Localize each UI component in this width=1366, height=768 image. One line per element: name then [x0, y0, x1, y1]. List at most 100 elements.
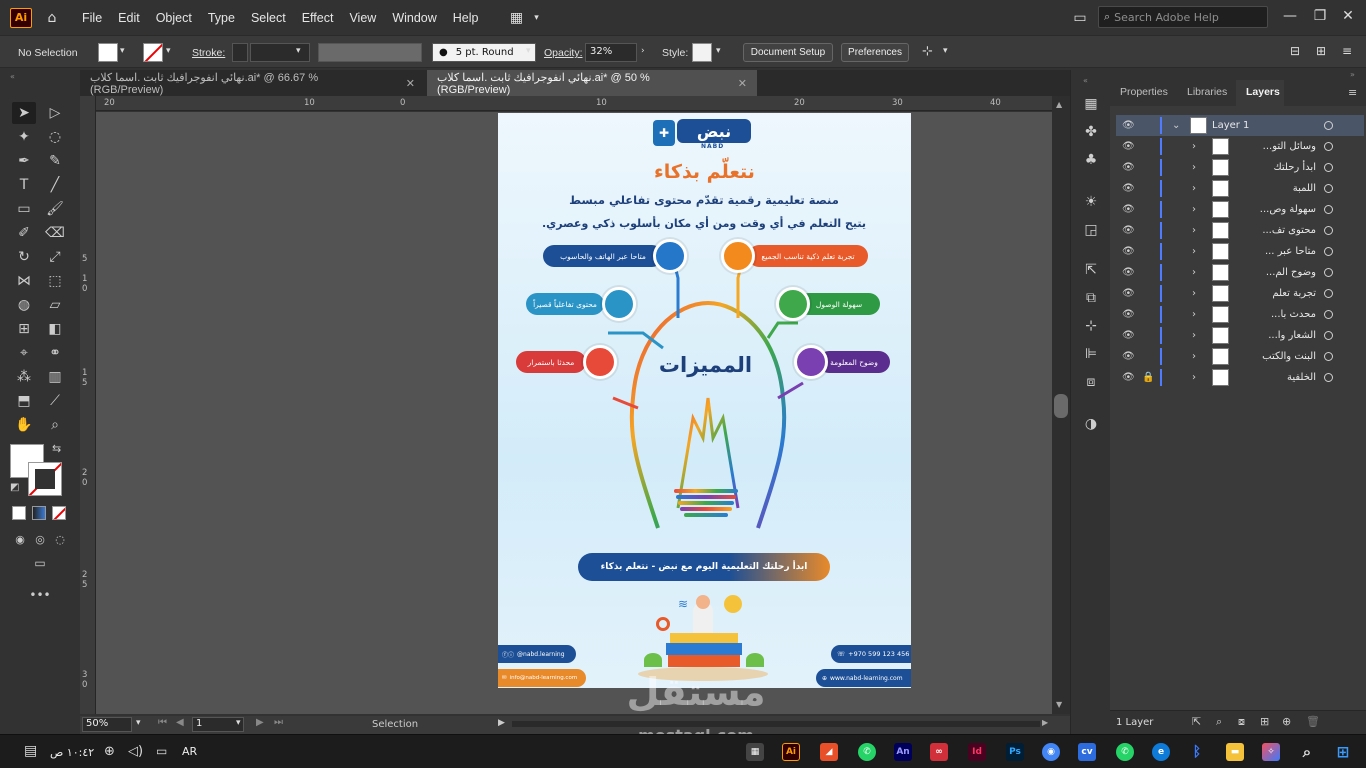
- layer-row[interactable]: 👁 › تجربة تعلم: [1116, 283, 1364, 304]
- collapse-icon[interactable]: «: [10, 72, 15, 81]
- layer-row[interactable]: 👁 › الشعار وا...: [1116, 325, 1364, 346]
- artboard[interactable]: ✚ نبض NABD نتعلّم بذكاء منصة تعليمية رقم…: [498, 113, 911, 688]
- chevron-right-icon[interactable]: ›: [641, 46, 645, 56]
- chevron-down-icon[interactable]: ⌄: [1172, 120, 1180, 131]
- horizontal-ruler[interactable]: 20 10 0 10 20 30 40: [96, 96, 1052, 111]
- document-tab[interactable]: نهائي انفوجرافيك ثابت .اسما كلاب.ai* @ 6…: [80, 70, 425, 96]
- default-colors-icon[interactable]: ◩: [10, 482, 19, 493]
- chrome-icon[interactable]: ◉: [1042, 743, 1060, 761]
- chevron-down-icon[interactable]: ▾: [166, 46, 171, 56]
- chevron-right-icon[interactable]: ›: [1192, 225, 1196, 236]
- previous-artboard-icon[interactable]: ◀: [176, 717, 184, 728]
- visibility-eye-icon[interactable]: 👁: [1122, 162, 1135, 173]
- visibility-eye-icon[interactable]: 👁: [1122, 267, 1135, 278]
- chevron-down-icon[interactable]: ▾: [236, 718, 241, 728]
- layer-row[interactable]: 👁 🔒 › الخلفية: [1116, 367, 1364, 388]
- indesign-icon[interactable]: Id: [968, 743, 986, 761]
- magic-wand-tool-icon[interactable]: ✦: [12, 126, 36, 148]
- arrange-documents-icon[interactable]: ▭: [1070, 8, 1090, 28]
- volume-icon[interactable]: ◁): [128, 744, 143, 759]
- whatsapp-icon[interactable]: ✆: [858, 743, 876, 761]
- slice-tool-icon[interactable]: ⟋: [43, 390, 67, 412]
- brushes-panel-icon[interactable]: ✤: [1081, 122, 1101, 142]
- export-icon[interactable]: ⇱: [1192, 715, 1201, 728]
- search-icon[interactable]: ⌕: [1298, 743, 1316, 761]
- file-explorer-icon[interactable]: ▬: [1226, 743, 1244, 761]
- menu-effect[interactable]: Effect: [294, 11, 342, 25]
- menu-file[interactable]: File: [74, 11, 110, 25]
- menu-help[interactable]: Help: [445, 11, 487, 25]
- hand-tool-icon[interactable]: ✋: [12, 414, 36, 436]
- curvature-tool-icon[interactable]: ✎: [43, 150, 67, 172]
- layer-row[interactable]: 👁 › اللمبة: [1116, 178, 1364, 199]
- chevron-right-icon[interactable]: ›: [1192, 351, 1196, 362]
- target-circle-icon[interactable]: [1324, 142, 1333, 151]
- scroll-right-icon[interactable]: ▶: [1042, 718, 1048, 727]
- chevron-right-icon[interactable]: ›: [1192, 162, 1196, 173]
- tab-properties[interactable]: Properties: [1120, 86, 1168, 98]
- perspective-grid-tool-icon[interactable]: ▱: [43, 294, 67, 316]
- chevron-down-icon[interactable]: ▾: [136, 718, 141, 728]
- app-icon[interactable]: ∞: [930, 743, 948, 761]
- eyedropper-tool-icon[interactable]: ⌖: [12, 342, 36, 364]
- network-icon[interactable]: ⊕: [104, 744, 115, 759]
- type-tool-icon[interactable]: T: [12, 174, 36, 196]
- visibility-eye-icon[interactable]: 👁: [1122, 120, 1135, 131]
- chevron-down-icon[interactable]: ▾: [716, 46, 721, 56]
- photoshop-icon[interactable]: Ps: [1006, 743, 1024, 761]
- maximize-icon[interactable]: ❐: [1310, 6, 1330, 26]
- transform-panel-icon[interactable]: ⊹: [1081, 316, 1101, 336]
- rotate-tool-icon[interactable]: ↻: [12, 246, 36, 268]
- export-panel-icon[interactable]: ⇱: [1081, 260, 1101, 280]
- quick-actions-icon[interactable]: ⊹: [922, 44, 933, 59]
- zoom-tool-icon[interactable]: ⌕: [43, 414, 67, 436]
- visibility-eye-icon[interactable]: 👁: [1122, 141, 1135, 152]
- home-icon[interactable]: ⌂: [42, 8, 62, 28]
- tab-libraries[interactable]: Libraries: [1187, 86, 1227, 98]
- layer-row[interactable]: 👁 › متاحا عبر ...: [1116, 241, 1364, 262]
- chevron-right-icon[interactable]: ›: [1192, 183, 1196, 194]
- vertical-scrollbar[interactable]: ▲ ▼: [1052, 96, 1070, 714]
- collapse-icon[interactable]: «: [1083, 76, 1088, 85]
- rectangle-tool-icon[interactable]: ▭: [12, 198, 36, 220]
- new-sublayer-icon[interactable]: ⊞: [1260, 715, 1269, 728]
- layer-row-top[interactable]: 👁 ⌄ Layer 1: [1116, 115, 1364, 136]
- color-mode-icon[interactable]: [12, 506, 26, 520]
- chevron-right-icon[interactable]: ›: [1192, 309, 1196, 320]
- clock[interactable]: ١٠:٤٢ ص: [50, 746, 94, 759]
- whatsapp-icon[interactable]: ✆: [1116, 743, 1134, 761]
- eraser-tool-icon[interactable]: ⌫: [43, 222, 67, 244]
- scale-tool-icon[interactable]: ⤢: [43, 246, 67, 268]
- transparency-panel-icon[interactable]: ◑: [1081, 414, 1101, 434]
- target-circle-icon[interactable]: [1324, 310, 1333, 319]
- chevron-right-icon[interactable]: ›: [1192, 141, 1196, 152]
- chevron-down-icon[interactable]: ▾: [526, 46, 531, 56]
- layer-row[interactable]: 👁 › البنت والكتب: [1116, 346, 1364, 367]
- menu-object[interactable]: Object: [148, 11, 200, 25]
- panel-menu-icon[interactable]: ≡: [1342, 44, 1352, 58]
- panel-menu-icon[interactable]: ≡: [1348, 86, 1357, 99]
- gradient-tool-icon[interactable]: ◧: [43, 318, 67, 340]
- target-circle-icon[interactable]: [1324, 163, 1333, 172]
- chevron-right-icon[interactable]: ›: [1192, 267, 1196, 278]
- input-language[interactable]: AR: [182, 745, 197, 758]
- document-tab-active[interactable]: نهائي انفوجرافيك ثابت .اسما كلاب.ai* @ 5…: [427, 70, 757, 96]
- layer-row[interactable]: 👁 › سهولة وص...: [1116, 199, 1364, 220]
- free-transform-tool-icon[interactable]: ⬚: [43, 270, 67, 292]
- gradient-mode-icon[interactable]: [32, 506, 46, 520]
- visibility-eye-icon[interactable]: 👁: [1122, 183, 1135, 194]
- color-panel-icon[interactable]: ▦: [1081, 94, 1101, 114]
- chevron-down-icon[interactable]: ▾: [943, 46, 948, 56]
- close-icon[interactable]: ✕: [406, 77, 415, 90]
- column-graph-tool-icon[interactable]: ▥: [43, 366, 67, 388]
- target-circle-icon[interactable]: [1324, 121, 1333, 130]
- target-circle-icon[interactable]: [1324, 247, 1333, 256]
- swap-colors-icon[interactable]: ⇆: [52, 442, 61, 455]
- preferences-button[interactable]: Preferences: [841, 43, 909, 62]
- target-circle-icon[interactable]: [1324, 331, 1333, 340]
- workspace-switcher-icon[interactable]: ▦: [507, 8, 527, 28]
- visibility-eye-icon[interactable]: 👁: [1122, 225, 1135, 236]
- layer-row[interactable]: 👁 › وضوح الم...: [1116, 262, 1364, 283]
- next-artboard-icon[interactable]: ▶: [256, 717, 264, 728]
- target-circle-icon[interactable]: [1324, 373, 1333, 382]
